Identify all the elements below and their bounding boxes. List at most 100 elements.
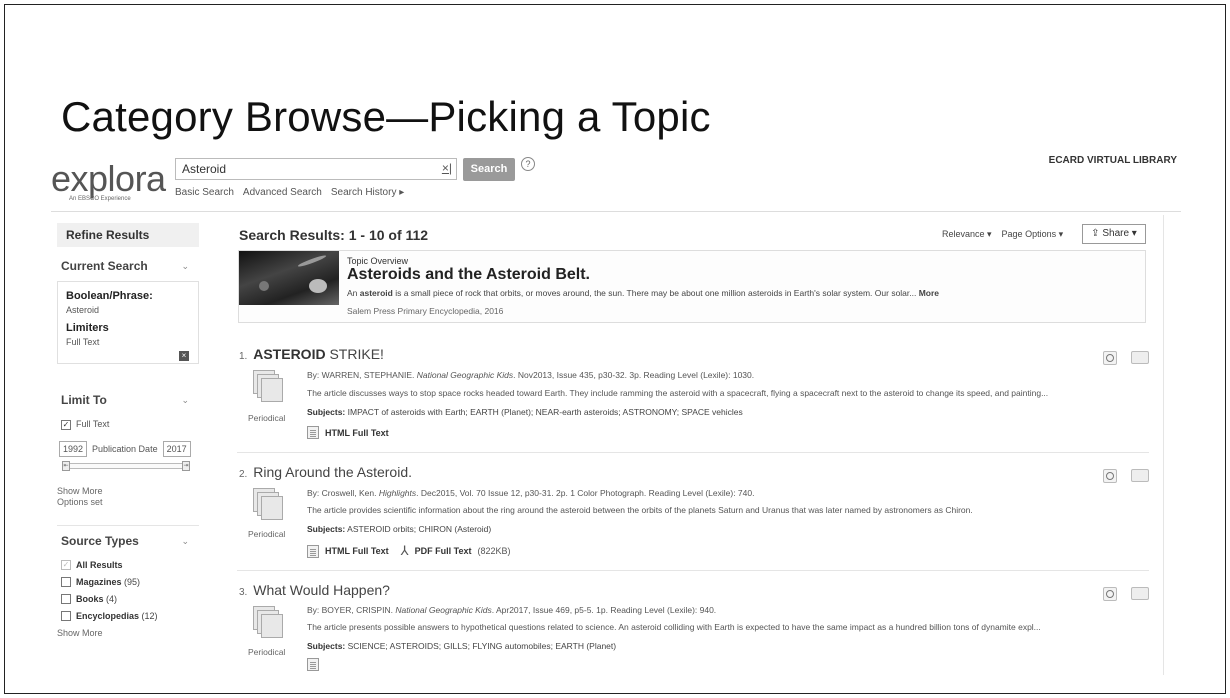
periodical-icon (253, 606, 283, 638)
result-tools (1103, 469, 1149, 483)
library-name: ECARD VIRTUAL LIBRARY (1048, 155, 1177, 166)
slider-handle-right[interactable]: ⇥ (182, 460, 190, 471)
result-title[interactable]: 3. What Would Happen? (239, 582, 1149, 598)
topic-overview-label: Topic Overview (347, 256, 409, 266)
preview-icon[interactable] (1103, 469, 1117, 483)
byline-details: . Apr2017, Issue 469, p5-5. 1p. Reading … (491, 605, 717, 615)
search-history-link[interactable]: Search History ▸ (331, 187, 404, 198)
all-results-checkbox[interactable]: ✓ (61, 560, 71, 570)
limiters-label: Limiters (66, 322, 109, 334)
source-show-more-link[interactable]: Show More (57, 628, 199, 639)
show-more-link[interactable]: Show More (57, 486, 199, 497)
date-from-input[interactable]: 1992 (59, 440, 88, 457)
source-types-section: Source Types ⌄ ✓ All Results Magazines (9… (57, 525, 199, 639)
result-abstract: The article provides scientific informat… (307, 505, 973, 515)
result-type: Periodical (248, 413, 286, 423)
full-text-label: Full Text (76, 419, 110, 429)
source-type-item[interactable]: Magazines (95) (61, 577, 199, 587)
limit-to-title[interactable]: Limit To (57, 393, 199, 407)
source-types-title[interactable]: Source Types (57, 534, 199, 548)
result-title[interactable]: 1. ASTEROID STRIKE! (239, 346, 1149, 362)
result-byline: By: BOYER, CRISPIN. National Geographic … (307, 605, 716, 615)
html-fulltext-icon[interactable] (307, 658, 319, 671)
byline-details: . Dec2015, Vol. 70 Issue 12, p30-31. 2p.… (416, 488, 755, 498)
pdf-icon[interactable]: ⅄ (401, 543, 409, 559)
help-icon[interactable]: ? (521, 157, 535, 171)
html-fulltext-icon[interactable] (307, 426, 319, 439)
search-nav: Basic Search Advanced Search Search Hist… (175, 187, 404, 198)
books-checkbox[interactable] (61, 594, 71, 604)
add-to-folder-icon[interactable] (1131, 587, 1149, 600)
source-types-list: ✓ All Results Magazines (95) Books (4) En… (57, 560, 199, 621)
byline-journal: National Geographic Kids (416, 370, 514, 380)
encyclopedias-checkbox[interactable] (61, 611, 71, 621)
result-tools (1103, 351, 1149, 365)
html-fulltext-link[interactable]: HTML Full Text (325, 546, 389, 556)
clear-search-icon[interactable]: ×| (442, 161, 452, 175)
source-type-item[interactable]: ✓ All Results (61, 560, 199, 570)
slider-handle-left[interactable]: ⇤ (62, 460, 70, 471)
result-number: 3. (239, 587, 248, 598)
result-type: Periodical (248, 647, 286, 657)
preview-icon[interactable] (1103, 351, 1117, 365)
topic-title[interactable]: Asteroids and the Asteroid Belt. (347, 266, 590, 284)
advanced-search-link[interactable]: Advanced Search (243, 187, 322, 198)
date-slider[interactable]: ⇤ ⇥ (62, 460, 190, 471)
result-number: 1. (239, 351, 248, 362)
refine-results-heading: Refine Results (57, 223, 199, 247)
page-options-dropdown[interactable]: Page Options ▾ (1002, 229, 1064, 240)
pdf-fulltext-link[interactable]: PDF Full Text (415, 546, 472, 556)
result-title[interactable]: 2. Ring Around the Asteroid. (239, 464, 1149, 480)
byline-author: By: WARREN, STEPHANIE. (307, 370, 417, 380)
chevron-down-icon[interactable]: ⌄ (181, 261, 189, 272)
limit-to-links: Show More Options set (57, 486, 199, 508)
topic-overview[interactable]: Topic Overview Asteroids and the Asteroi… (238, 250, 1146, 323)
logo-subtitle: An EBSCO Experience (69, 196, 131, 202)
byline-author: By: BOYER, CRISPIN. (307, 605, 396, 615)
subjects-label: Subjects: (307, 524, 346, 534)
search-button[interactable]: Search (463, 158, 515, 181)
share-icon: ⇪ (1091, 228, 1100, 239)
magazines-checkbox[interactable] (61, 577, 71, 587)
subjects-label: Subjects: (307, 407, 346, 417)
full-text-checkbox[interactable]: ✓ (61, 419, 71, 430)
result-tools (1103, 587, 1149, 601)
result-title-text: Ring Around the Asteroid. (253, 464, 413, 480)
share-button[interactable]: ⇪ Share ▾ (1082, 224, 1146, 244)
current-search-section: Current Search ⌄ Boolean/Phrase: Asteroi… (57, 259, 199, 364)
full-text-option[interactable]: ✓ Full Text (57, 419, 199, 430)
limiter-value: Full Text (66, 337, 100, 347)
explora-logo[interactable]: explora An EBSCO Experience (51, 161, 166, 207)
source-type-label: All Results (76, 560, 123, 570)
options-set-link[interactable]: Options set (57, 497, 199, 508)
result-divider (237, 452, 1149, 453)
chevron-down-icon[interactable]: ⌄ (181, 536, 189, 547)
html-fulltext-link[interactable]: HTML Full Text (325, 428, 389, 438)
relevance-dropdown[interactable]: Relevance ▾ (942, 229, 992, 240)
chevron-down-icon[interactable]: ⌄ (181, 395, 189, 406)
subjects-value: SCIENCE; ASTEROIDS; GILLS; FLYING automo… (345, 641, 617, 651)
remove-limiter-icon[interactable]: × (179, 351, 189, 361)
results-controls: Relevance ▾ Page Options ▾ (942, 229, 1063, 240)
source-type-item[interactable]: Books (4) (61, 594, 199, 604)
refine-sidebar: Refine Results Current Search ⌄ Boolean/… (57, 223, 199, 638)
result-item: 1. ASTEROID STRIKE! Periodical By: WARRE… (239, 346, 1149, 446)
result-item: 2. Ring Around the Asteroid. Periodical … (239, 464, 1149, 564)
result-fulltext-links: HTML Full Text (307, 426, 389, 439)
source-type-label: Encyclopedias (76, 611, 140, 621)
periodical-icon (253, 370, 283, 402)
source-type-count: (12) (141, 611, 158, 621)
result-byline: By: WARREN, STEPHANIE. National Geograph… (307, 370, 754, 380)
current-search-title[interactable]: Current Search (57, 259, 199, 273)
topic-more-link[interactable]: More (919, 288, 939, 298)
add-to-folder-icon[interactable] (1131, 351, 1149, 364)
html-fulltext-icon[interactable] (307, 544, 319, 558)
preview-icon[interactable] (1103, 587, 1117, 601)
basic-search-link[interactable]: Basic Search (175, 187, 234, 198)
add-to-folder-icon[interactable] (1131, 469, 1149, 482)
limit-to-section: Limit To ⌄ ✓ Full Text 1992 Publication D… (57, 393, 199, 508)
source-type-item[interactable]: Encyclopedias (12) (61, 611, 199, 621)
date-to-input[interactable]: 2017 (162, 440, 191, 457)
search-input[interactable]: Asteroid ×| (175, 158, 457, 180)
periodical-icon (253, 488, 283, 520)
